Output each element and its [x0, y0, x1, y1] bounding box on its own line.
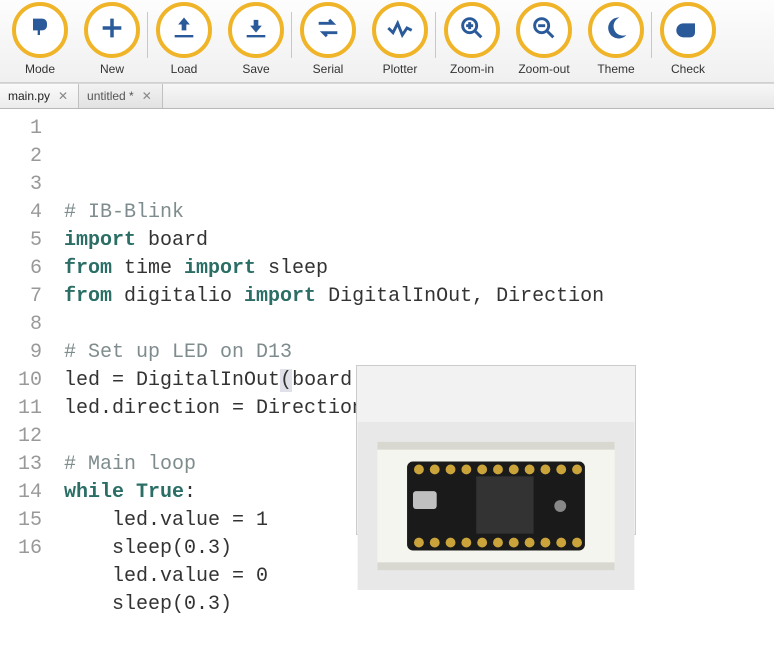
code-token: sleep(	[64, 537, 184, 560]
line-number: 3	[0, 171, 42, 199]
code-token: from	[64, 257, 112, 280]
code-token: 0.3	[184, 593, 220, 616]
code-token: while	[64, 481, 124, 504]
toolbar-label: Theme	[597, 62, 634, 76]
code-token: )	[220, 537, 232, 560]
line-number: 15	[0, 507, 42, 535]
serial-button[interactable]: Serial	[292, 2, 364, 76]
toolbar-label: New	[100, 62, 124, 76]
code-line[interactable]: # IB-Blink	[64, 199, 774, 227]
code-token: )	[220, 593, 232, 616]
code-token: DigitalInOut, Direction	[316, 285, 604, 308]
code-line[interactable]: from time import sleep	[64, 255, 774, 283]
line-number: 14	[0, 479, 42, 507]
plus-icon	[98, 14, 126, 47]
tab-main-py[interactable]: main.py ✕	[0, 84, 79, 108]
theme-button[interactable]: Theme	[580, 2, 652, 76]
tab-untitled[interactable]: untitled * ✕	[79, 84, 163, 108]
code-token: # Main loop	[64, 453, 196, 476]
line-number: 12	[0, 423, 42, 451]
code-token: True	[136, 481, 184, 504]
tab-bar: main.py ✕ untitled * ✕	[0, 83, 774, 109]
line-number: 10	[0, 367, 42, 395]
code-token: digitalio	[112, 285, 244, 308]
check-button[interactable]: Check	[652, 2, 724, 76]
code-token: 1	[256, 509, 268, 532]
code-token: sleep(	[64, 593, 184, 616]
code-token: sleep	[256, 257, 328, 280]
code-token: import	[244, 285, 316, 308]
save-button[interactable]: Save	[220, 2, 292, 76]
close-icon[interactable]: ✕	[56, 89, 70, 103]
load-button[interactable]: Load	[148, 2, 220, 76]
code-token: # Set up LED on D13	[64, 341, 292, 364]
line-number: 1	[0, 115, 42, 143]
mode-icon	[26, 14, 54, 47]
code-token	[124, 481, 136, 504]
code-token: :	[184, 481, 196, 504]
line-number: 16	[0, 535, 42, 563]
microcontroller-image	[356, 365, 636, 535]
code-token: import	[64, 229, 136, 252]
code-token: # IB-Blink	[64, 201, 184, 224]
toolbar: Mode New Load Save Serial Plotter Zoom-i…	[0, 0, 774, 83]
zoom-in-button[interactable]: Zoom-in	[436, 2, 508, 76]
line-number: 11	[0, 395, 42, 423]
theme-icon	[602, 14, 630, 47]
zoom-out-icon	[530, 14, 558, 47]
toolbar-label: Serial	[313, 62, 344, 76]
code-line[interactable]	[64, 619, 774, 647]
toolbar-label: Check	[671, 62, 705, 76]
code-line[interactable]: import board	[64, 227, 774, 255]
line-number: 13	[0, 451, 42, 479]
code-token: led.value =	[64, 565, 256, 588]
line-number: 5	[0, 227, 42, 255]
close-icon[interactable]: ✕	[140, 89, 154, 103]
plotter-icon	[386, 14, 414, 47]
save-icon	[242, 14, 270, 47]
toolbar-label: Plotter	[383, 62, 418, 76]
code-token: board	[136, 229, 208, 252]
toolbar-label: Zoom-out	[518, 62, 569, 76]
toolbar-label: Mode	[25, 62, 55, 76]
code-editor[interactable]: 12345678910111213141516 # IB-Blinkimport…	[0, 109, 774, 647]
line-number: 7	[0, 283, 42, 311]
toolbar-label: Save	[242, 62, 269, 76]
toolbar-label: Load	[171, 62, 198, 76]
line-number: 2	[0, 143, 42, 171]
toolbar-label: Zoom-in	[450, 62, 494, 76]
code-token: (	[280, 369, 292, 392]
zoom-out-button[interactable]: Zoom-out	[508, 2, 580, 76]
line-gutter: 12345678910111213141516	[0, 115, 56, 647]
code-token: led.value =	[64, 509, 256, 532]
line-number: 9	[0, 339, 42, 367]
code-area[interactable]: # IB-Blinkimport boardfrom time import s…	[56, 115, 774, 647]
tab-label: main.py	[8, 89, 50, 103]
zoom-in-icon	[458, 14, 486, 47]
new-button[interactable]: New	[76, 2, 148, 76]
code-token: from	[64, 285, 112, 308]
line-number: 8	[0, 311, 42, 339]
line-number: 6	[0, 255, 42, 283]
code-line[interactable]: # Set up LED on D13	[64, 339, 774, 367]
check-icon	[674, 14, 702, 47]
code-line[interactable]	[64, 311, 774, 339]
code-token: import	[184, 257, 256, 280]
code-line[interactable]: from digitalio import DigitalInOut, Dire…	[64, 283, 774, 311]
load-icon	[170, 14, 198, 47]
code-token: 0.3	[184, 537, 220, 560]
plotter-button[interactable]: Plotter	[364, 2, 436, 76]
line-number: 4	[0, 199, 42, 227]
code-token: time	[112, 257, 184, 280]
code-token: led = DigitalInOut	[64, 369, 280, 392]
serial-icon	[314, 14, 342, 47]
mode-button[interactable]: Mode	[4, 2, 76, 76]
tab-label: untitled *	[87, 89, 134, 103]
code-token: 0	[256, 565, 268, 588]
